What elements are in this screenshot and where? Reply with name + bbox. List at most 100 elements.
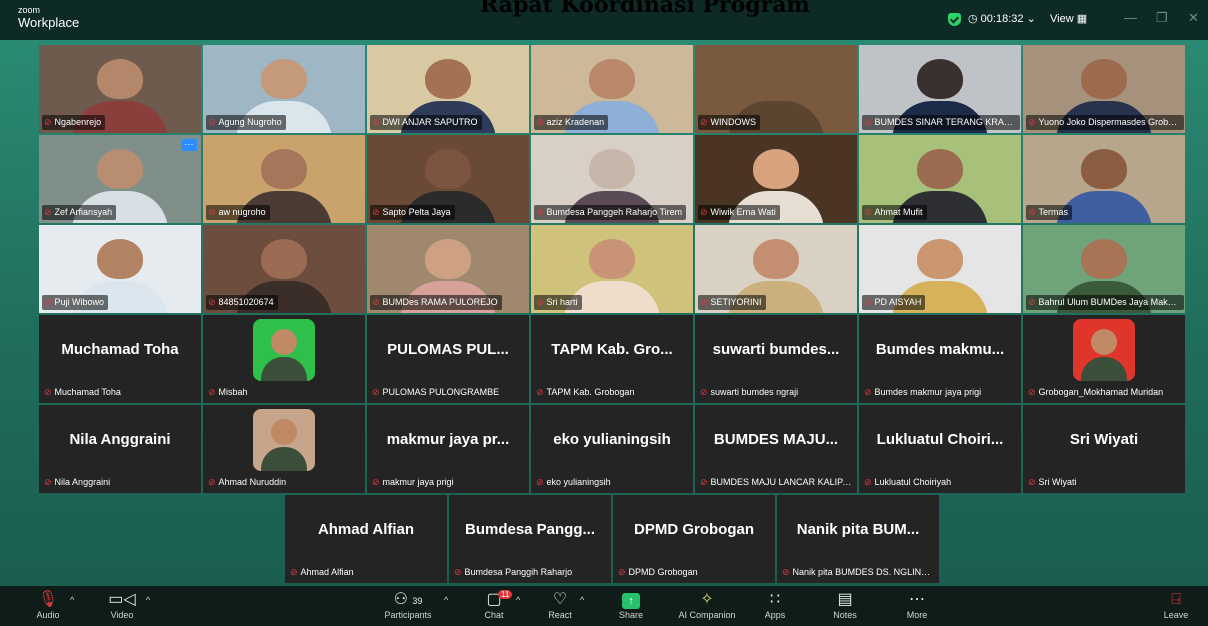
participant-tile[interactable]: ⊘ Bahrul Ulum BUMDes Jaya Makmur	[1023, 225, 1185, 313]
video-button[interactable]: ▭◁ Video	[92, 590, 152, 620]
participant-tile[interactable]: ⊘ Wiwik Erna Wati	[695, 135, 857, 223]
meeting-timer[interactable]: ◷ 00:18:32 ⌄	[968, 12, 1036, 25]
participant-tile[interactable]: Lukluatul Choiri... ⊘ Lukluatul Choiriyah	[859, 405, 1021, 493]
share-button[interactable]: ↑ Share	[601, 590, 661, 620]
chat-button[interactable]: ▢ 11 Chat	[464, 590, 524, 620]
participant-name-label: ⊘ makmur jaya prigi	[370, 475, 458, 490]
participant-name: BUMDES MAJU LANCAR KALIPANG	[710, 477, 856, 487]
mic-muted-icon: ⊘	[44, 207, 52, 217]
participant-tile[interactable]: DPMD Grobogan ⊘ DPMD Grobogan	[613, 495, 775, 583]
participant-display-name: Ahmad Alfian	[317, 521, 415, 538]
mic-muted-icon: ⊘	[700, 477, 708, 487]
maximize-button[interactable]: ❐	[1156, 10, 1168, 26]
participant-tile[interactable]: ⊘ Bumdesa Panggeh Raharjo Tirem	[531, 135, 693, 223]
audio-options-caret[interactable]: ^	[70, 595, 74, 605]
participant-name-label: ⊘ Wiwik Erna Wati	[698, 205, 780, 220]
participant-tile[interactable]: Bumdesa Pangg... ⊘ Bumdesa Panggih Raharjo	[449, 495, 611, 583]
participant-tile[interactable]: suwarti bumdes... ⊘ suwarti bumdes ngraji	[695, 315, 857, 403]
participant-tile[interactable]: ⊘ WINDOWS	[695, 45, 857, 133]
participant-tile[interactable]: ⊘ Sapto Pelta Jaya	[367, 135, 529, 223]
mic-muted-icon: 🎙	[37, 591, 59, 608]
participant-tile[interactable]: Nila Anggraini ⊘ Nila Anggraini	[39, 405, 201, 493]
participant-tile[interactable]: ⊘ Ngabenrejo	[39, 45, 201, 133]
participant-name: Nila Anggraini	[54, 477, 111, 487]
participant-name: Misbah	[218, 387, 248, 397]
participant-tile[interactable]: Bumdes makmu... ⊘ Bumdes makmur jaya prigi	[859, 315, 1021, 403]
participant-tile[interactable]: ⊘ 84851020674	[203, 225, 365, 313]
close-button[interactable]: ✕	[1188, 10, 1199, 26]
participant-name: Sri harti	[546, 297, 578, 307]
react-options-caret[interactable]: ^	[580, 595, 584, 605]
mic-muted-icon: ⊘	[864, 297, 872, 307]
participant-display-name: Muchamad Toha	[61, 341, 179, 358]
participant-display-name: TAPM Kab. Gro...	[551, 341, 673, 358]
video-options-caret[interactable]: ^	[146, 595, 150, 605]
participant-name: WINDOWS	[710, 117, 757, 127]
participant-tile[interactable]: ··· ⊘ Zef Arfiansyah	[39, 135, 201, 223]
participant-name: aziz Kradenan	[546, 117, 605, 127]
participants-button[interactable]: ⚇ 39 Participants	[377, 590, 439, 620]
audio-button[interactable]: 🎙 Audio	[18, 590, 78, 620]
brand-large: Workplace	[18, 15, 80, 30]
participant-tile[interactable]: TAPM Kab. Gro... ⊘ TAPM Kab. Grobogan	[531, 315, 693, 403]
participant-tile[interactable]: PULOMAS PUL... ⊘ PULOMAS PULONGRAMBE	[367, 315, 529, 403]
participant-tile[interactable]: ⊘ DWI ANJAR SAPUTRO	[367, 45, 529, 133]
participant-name-label: ⊘ Ngabenrejo	[42, 115, 106, 130]
avatar-body	[261, 357, 307, 381]
participant-tile[interactable]: ⊘BUMDES SINAR TERANG KRANGGAN	[859, 45, 1021, 133]
mic-muted-icon: ⊘	[700, 297, 708, 307]
participant-tile[interactable]: ⊘ aziz Kradenan	[531, 45, 693, 133]
participant-name: Ahmat Mufit	[874, 207, 923, 217]
participant-tile[interactable]: ⊘ BUMDes RAMA PULOREJO	[367, 225, 529, 313]
participant-tile[interactable]: Muchamad Toha ⊘ Muchamad Toha	[39, 315, 201, 403]
participant-tile[interactable]: ⊘ Ahmad Nuruddin	[203, 405, 365, 493]
participant-tile[interactable]: BUMDES MAJU... ⊘ BUMDES MAJU LANCAR KALIPA…	[695, 405, 857, 493]
minimize-button[interactable]: —	[1124, 10, 1137, 25]
notes-button[interactable]: ▤ Notes	[815, 590, 875, 620]
tile-options-icon[interactable]: ···	[181, 139, 197, 151]
view-button[interactable]: View ▦	[1050, 12, 1087, 25]
participant-display-name: makmur jaya pr...	[386, 431, 510, 448]
participants-options-caret[interactable]: ^	[444, 595, 448, 605]
participant-display-name: DPMD Grobogan	[634, 521, 754, 538]
participant-tile[interactable]: ⊘ Yuono Joko Dispermasdes Grobogan	[1023, 45, 1185, 133]
more-button[interactable]: ⋯ More	[887, 590, 947, 620]
participant-tile[interactable]: ⊘ Termas	[1023, 135, 1185, 223]
participant-tile[interactable]: ⊘ Grobogan_Mokhamad Muridan	[1023, 315, 1185, 403]
mic-muted-icon: ⊘	[44, 387, 52, 397]
participant-tile[interactable]: Sri Wiyati ⊘ Sri Wiyati	[1023, 405, 1185, 493]
apps-button[interactable]: ∷ Apps	[745, 590, 805, 620]
participant-name-label: ⊘ Bumdesa Panggeh Raharjo Tirem	[534, 205, 687, 220]
chat-label: Chat	[484, 610, 504, 620]
participant-tile[interactable]: ⊘ Sri harti	[531, 225, 693, 313]
mic-muted-icon: ⊘	[454, 567, 462, 577]
participant-name: BUMDES SINAR TERANG KRANGGAN	[874, 117, 1020, 127]
participant-head	[97, 59, 143, 99]
participant-tile[interactable]: Ahmad Alfian ⊘ Ahmad Alfian	[285, 495, 447, 583]
participant-name-label: ⊘ BUMDes RAMA PULOREJO	[370, 295, 502, 310]
participant-name: Nanik pita BUMDES DS. NGLINDUK	[792, 567, 938, 577]
participant-tile[interactable]: makmur jaya pr... ⊘ makmur jaya prigi	[367, 405, 529, 493]
chat-options-caret[interactable]: ^	[516, 595, 520, 605]
participant-tile[interactable]: Nanik pita BUM... ⊘ Nanik pita BUMDES DS. …	[777, 495, 939, 583]
participant-tile[interactable]: ⊘ aw nugroho	[203, 135, 365, 223]
participant-name: makmur jaya prigi	[382, 477, 454, 487]
react-label: React	[548, 610, 572, 620]
ai-companion-button[interactable]: ✧ AI Companion	[672, 590, 742, 620]
mic-muted-icon: ⊘	[864, 477, 872, 487]
video-camera-icon: ▭◁	[108, 591, 136, 608]
participant-name-label: ⊘ Agung Nugroho	[206, 115, 286, 130]
participant-name: BUMDes RAMA PULOREJO	[382, 297, 498, 307]
participant-tile[interactable]: eko yulianingsih ⊘ eko yulianingsih	[531, 405, 693, 493]
mic-muted-icon: ⊘	[864, 387, 872, 397]
encryption-shield-icon[interactable]	[948, 13, 961, 26]
participant-display-name: eko yulianingsih	[553, 431, 671, 448]
participant-tile[interactable]: ⊘ Ahmat Mufit	[859, 135, 1021, 223]
participant-name-label: ⊘ eko yulianingsih	[534, 475, 615, 490]
participant-tile[interactable]: ⊘ Puji Wibowo	[39, 225, 201, 313]
participant-tile[interactable]: ⊘ Misbah	[203, 315, 365, 403]
leave-button[interactable]: ⍈ Leave	[1146, 590, 1206, 620]
participant-tile[interactable]: ⊘ SETIYORINI	[695, 225, 857, 313]
participant-tile[interactable]: ⊘ PD AISYAH	[859, 225, 1021, 313]
participant-tile[interactable]: ⊘ Agung Nugroho	[203, 45, 365, 133]
